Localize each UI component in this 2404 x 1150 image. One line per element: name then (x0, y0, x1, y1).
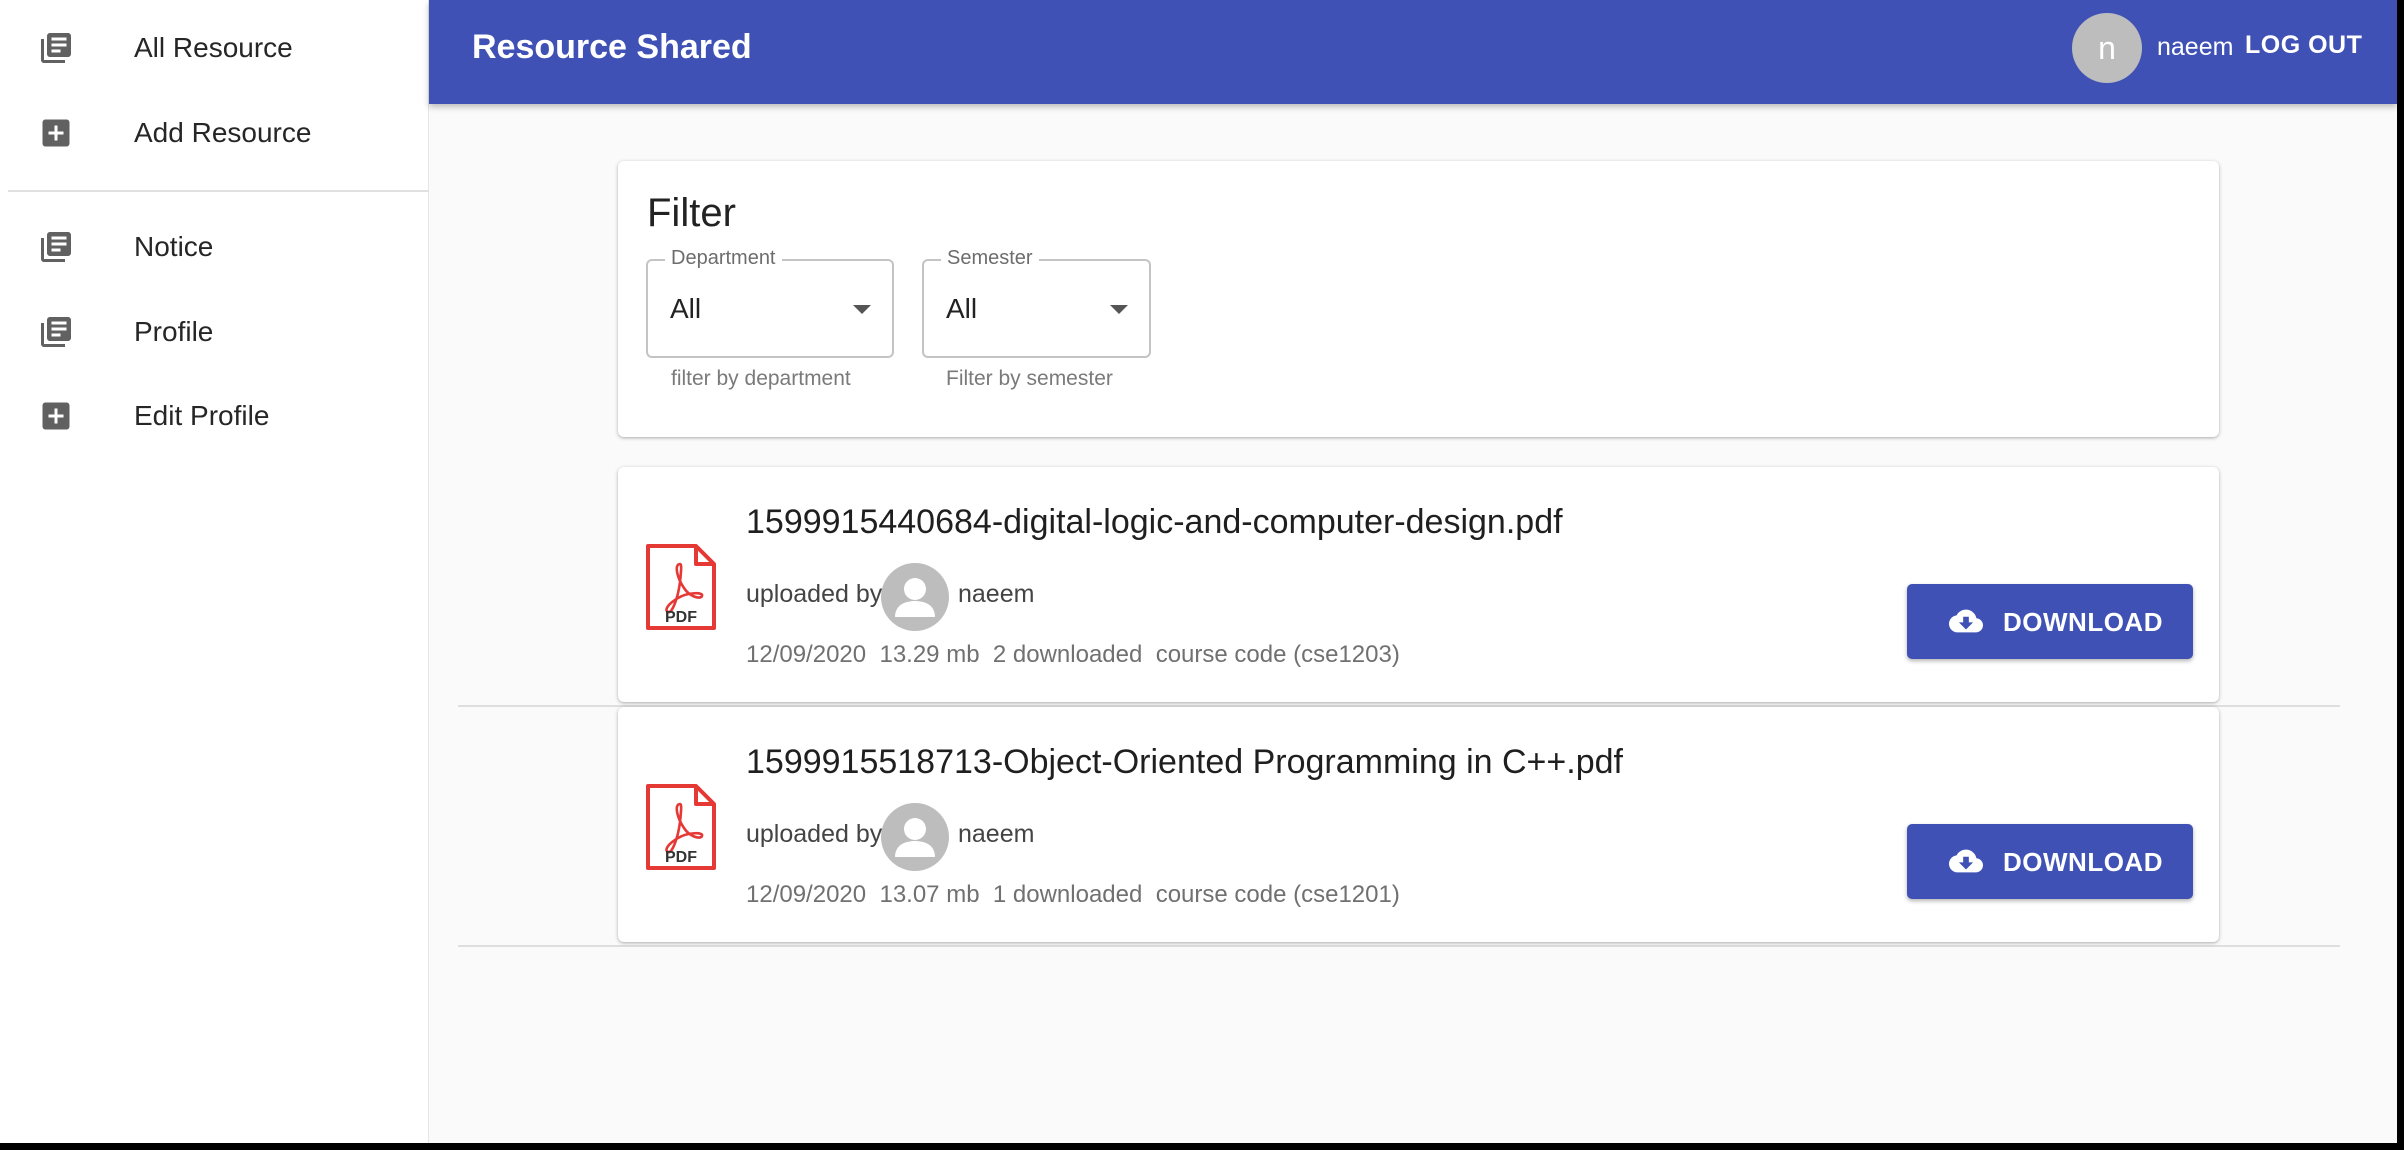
library-books-icon (41, 317, 71, 347)
uploader-name: naeem (958, 820, 1035, 848)
uploader-avatar (881, 803, 949, 871)
app-window: All Resource Add Resource Notice Profile (0, 0, 2397, 1143)
library-books-icon (41, 33, 71, 63)
username-label: naeem (2157, 33, 2234, 61)
upload-date: 12/09/2020 (746, 641, 867, 668)
filter-title: Filter (647, 191, 736, 235)
sidebar-item-label: Edit Profile (134, 400, 270, 431)
cloud-download-icon (1949, 849, 1983, 873)
sidebar-item-label: Profile (134, 316, 214, 347)
chevron-down-icon (1110, 305, 1128, 314)
resource-title[interactable]: 1599915518713-Object-Oriented Programmin… (746, 743, 1623, 782)
pdf-file-icon: PDF (646, 544, 716, 630)
logout-button[interactable]: LOG OUT (2245, 31, 2362, 60)
download-count: 1 downloaded (992, 881, 1143, 908)
uploader-avatar (881, 563, 949, 631)
resource-card: PDF 1599915518713-Object-Oriented Progra… (618, 707, 2219, 942)
sidebar-item-edit-profile[interactable]: Edit Profile (0, 374, 429, 458)
sidebar-item-label: Notice (134, 231, 214, 262)
sidebar-item-profile[interactable]: Profile (0, 290, 429, 374)
file-type-label: PDF (665, 609, 697, 626)
sidebar-item-label: Add Resource (134, 117, 312, 148)
resource-card: PDF 1599915440684-digital-logic-and-comp… (618, 467, 2219, 702)
course-code: course code (cse1203) (1155, 641, 1400, 668)
row-divider (458, 945, 2340, 947)
pdf-file-icon: PDF (646, 784, 716, 870)
sidebar-divider (8, 190, 429, 192)
library-books-icon (41, 232, 71, 262)
page-title: Resource Shared (472, 28, 752, 66)
semester-select[interactable]: Semester All (922, 247, 1151, 358)
app-bar: Resource Shared n naeem LOG OUT (429, 0, 2397, 104)
filter-card: Filter Department All filter by departme… (618, 161, 2219, 437)
resource-meta: 12/09/2020 13.07 mb 1 downloaded course … (746, 881, 1400, 909)
sidebar-item-label: All Resource (134, 32, 293, 63)
uploaded-by-label: uploaded by (746, 580, 883, 608)
semester-select-label: Semester (941, 247, 1039, 270)
avatar[interactable]: n (2072, 13, 2142, 83)
sidebar-item-add-resource[interactable]: Add Resource (0, 91, 429, 175)
uploader-name: naeem (958, 580, 1035, 608)
download-button[interactable]: DOWNLOAD (1907, 824, 2193, 899)
file-size: 13.29 mb (879, 641, 980, 668)
download-button-label: DOWNLOAD (2003, 847, 2163, 877)
semester-helper-text: Filter by semester (946, 367, 1113, 390)
department-select-label: Department (665, 247, 782, 270)
file-size: 13.07 mb (879, 881, 980, 908)
download-button[interactable]: DOWNLOAD (1907, 584, 2193, 659)
department-select-value: All (670, 293, 702, 324)
chevron-down-icon (853, 305, 871, 314)
file-type-label: PDF (665, 849, 697, 866)
resource-meta: 12/09/2020 13.29 mb 2 downloaded course … (746, 641, 1400, 669)
sidebar: All Resource Add Resource Notice Profile (0, 0, 429, 1143)
resource-title[interactable]: 1599915440684-digital-logic-and-computer… (746, 503, 1563, 542)
sidebar-item-notice[interactable]: Notice (0, 205, 429, 289)
department-select[interactable]: Department All (646, 247, 894, 358)
cloud-download-icon (1949, 609, 1983, 633)
department-helper-text: filter by department (671, 367, 851, 390)
person-icon (895, 578, 935, 617)
person-icon (895, 818, 935, 857)
uploaded-by-label: uploaded by (746, 820, 883, 848)
sidebar-item-all-resource[interactable]: All Resource (0, 6, 429, 90)
upload-date: 12/09/2020 (746, 881, 867, 908)
semester-select-value: All (946, 293, 978, 324)
add-box-icon (42, 119, 70, 147)
download-count: 2 downloaded (992, 641, 1143, 668)
course-code: course code (cse1201) (1155, 881, 1400, 908)
download-button-label: DOWNLOAD (2003, 607, 2163, 637)
add-box-icon (42, 402, 70, 430)
